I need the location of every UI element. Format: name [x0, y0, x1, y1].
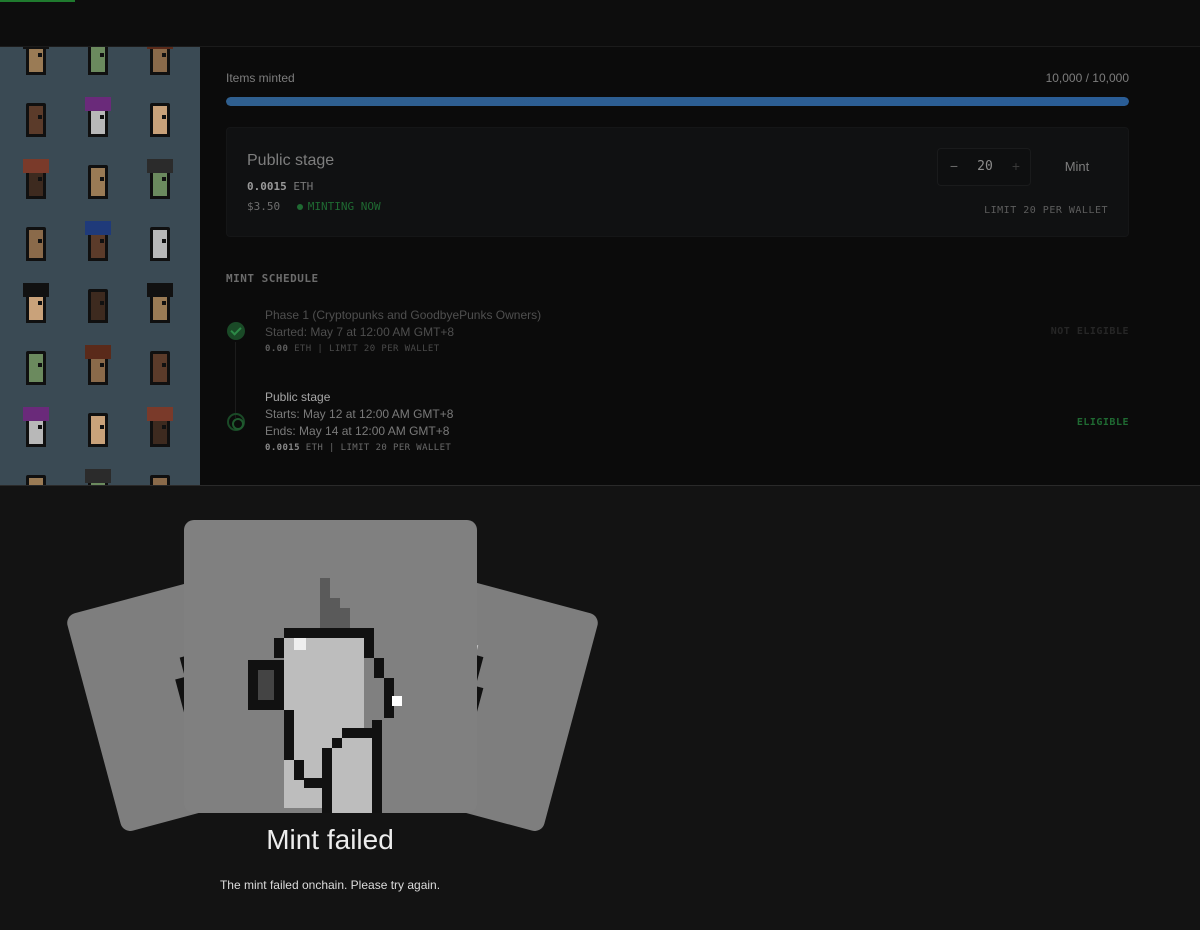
stage-price-unit: ETH	[293, 180, 314, 193]
punk-thumbnail	[20, 47, 54, 79]
phase-1-start: Started: May 7 at 12:00 AM GMT+8	[265, 325, 455, 339]
punk-thumbnail	[20, 221, 54, 265]
stage-price: 0.0015 ETH	[247, 180, 313, 193]
quantity-stepper: − 20 +	[937, 148, 1031, 186]
punk-thumbnail	[82, 47, 116, 79]
punk-thumbnail	[82, 159, 116, 203]
punk-thumbnail	[20, 407, 54, 451]
punk-thumbnail	[82, 221, 116, 265]
phase-2-meta-rest: ETH | LIMIT 20 PER WALLET	[305, 443, 452, 453]
collection-preview-gallery	[0, 47, 200, 485]
punk-thumbnail	[82, 345, 116, 389]
punk-thumbnail	[20, 97, 54, 141]
phase-1-price: 0.00	[265, 344, 289, 354]
phase-2-eligibility: ELIGIBLE	[1076, 417, 1129, 428]
mint-result-modal: Mint failed The mint failed onchain. Ple…	[0, 485, 1200, 930]
timeline-connector	[235, 342, 236, 418]
punk-thumbnail	[144, 97, 178, 141]
public-stage-card: Public stage 0.0015 ETH $3.50 MINTING NO…	[226, 127, 1129, 237]
top-bar	[0, 0, 1200, 47]
punk-thumbnail	[82, 283, 116, 327]
status-dot-icon	[296, 204, 303, 210]
punk-thumbnail	[144, 283, 178, 327]
punk-thumbnail	[144, 407, 178, 451]
pending-circle-icon	[227, 413, 245, 431]
phase-1-title: Phase 1 (Cryptopunks and GoodbyePunks Ow…	[265, 308, 542, 322]
wallet-limit: LIMIT 20 PER WALLET	[984, 205, 1108, 216]
mint-progress-bar	[226, 97, 1129, 106]
mint-panel: Items minted 10,000 / 10,000 Public stag…	[200, 47, 1200, 485]
punk-thumbnail	[20, 345, 54, 389]
quantity-value[interactable]: 20	[968, 159, 1002, 174]
check-circle-icon	[227, 322, 245, 340]
decrement-button[interactable]: −	[946, 158, 962, 174]
modal-message: The mint failed onchain. Please try agai…	[219, 878, 441, 892]
nft-card-center	[184, 520, 477, 813]
stage-price-value: 0.0015	[247, 180, 287, 193]
increment-button[interactable]: +	[1008, 158, 1024, 174]
mint-progress-fill	[226, 97, 1129, 106]
loading-indicator	[0, 0, 75, 2]
punk-thumbnail	[144, 47, 178, 79]
phase-2-price: 0.0015	[265, 443, 300, 453]
stage-title: Public stage	[247, 152, 335, 169]
punk-image-center	[248, 578, 402, 813]
punk-thumbnail	[144, 221, 178, 265]
modal-title: Mint failed	[266, 824, 394, 855]
phase-2-end: Ends: May 14 at 12:00 AM GMT+8	[265, 424, 450, 438]
punk-thumbnail	[144, 469, 178, 485]
punk-thumbnail	[144, 345, 178, 389]
mint-schedule-heading: MINT SCHEDULE	[226, 272, 319, 285]
phase-2-title: Public stage	[265, 390, 331, 404]
punk-thumbnail	[144, 159, 178, 203]
usd-value: $3.50	[247, 200, 281, 213]
punk-thumbnail	[82, 407, 116, 451]
punk-thumbnail	[82, 97, 116, 141]
phase-2-start: Starts: May 12 at 12:00 AM GMT+8	[265, 407, 454, 421]
punk-thumbnail	[20, 283, 54, 327]
phase-2-meta: 0.0015 ETH | LIMIT 20 PER WALLET	[265, 443, 451, 453]
phase-1-meta: 0.00 ETH | LIMIT 20 PER WALLET	[265, 344, 440, 354]
punk-thumbnail	[20, 469, 54, 485]
phase-1-eligibility: NOT ELIGIBLE	[1050, 326, 1129, 337]
phase-1-meta-rest: ETH | LIMIT 20 PER WALLET	[294, 344, 440, 354]
items-minted-count: 10,000 / 10,000	[1045, 71, 1129, 85]
stage-usd-price: $3.50 MINTING NOW	[247, 200, 381, 213]
items-minted-label: Items minted	[226, 71, 295, 85]
minting-status-label: MINTING NOW	[307, 200, 381, 213]
mint-button[interactable]: Mint	[1045, 150, 1109, 184]
punk-thumbnail	[82, 469, 116, 485]
punk-thumbnail	[20, 159, 54, 203]
minting-status: MINTING NOW	[296, 200, 381, 213]
